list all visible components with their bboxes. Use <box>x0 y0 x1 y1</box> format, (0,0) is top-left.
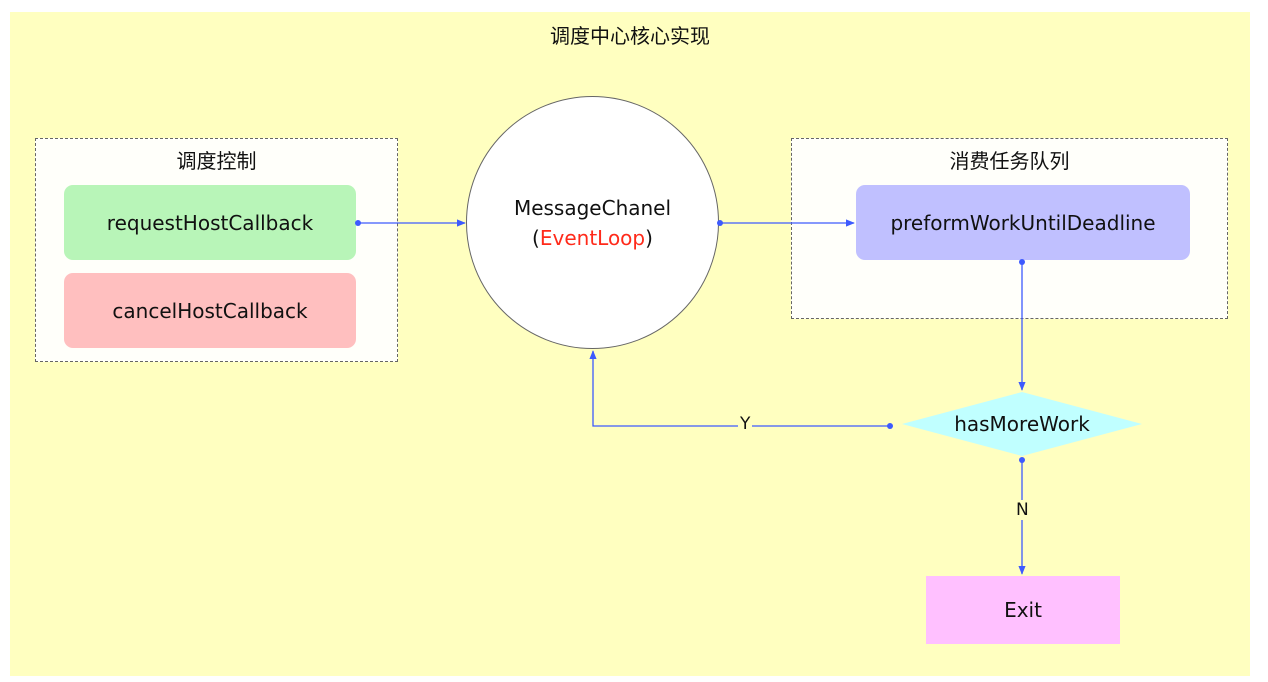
edge-start-dot <box>355 220 361 226</box>
edges-layer <box>355 219 1142 575</box>
node-has-more-work[interactable]: hasMoreWork <box>902 392 1142 456</box>
edge-start-dot <box>887 423 893 429</box>
edge-label-no: N <box>1014 500 1031 520</box>
edge-start-dot <box>717 220 723 226</box>
edge-start-dot <box>1019 457 1025 463</box>
edge-label-yes: Y <box>738 414 753 434</box>
diagram-canvas: 调度中心核心实现 调度控制 消费任务队列 requestHostCallback… <box>10 12 1250 676</box>
edge-start-dot <box>1019 259 1025 265</box>
